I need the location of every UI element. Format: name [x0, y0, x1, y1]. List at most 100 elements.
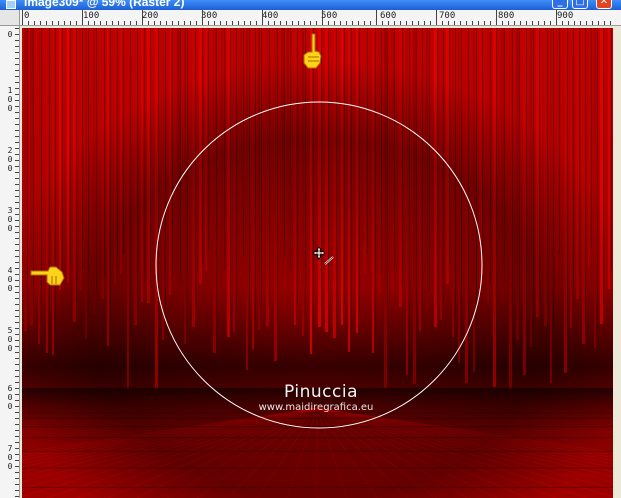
ruler-tick	[15, 322, 19, 323]
ruler-tick	[15, 40, 19, 41]
ruler-tick	[15, 490, 19, 491]
ruler-tick	[22, 10, 23, 25]
ruler-tick	[382, 21, 383, 25]
ruler-tick	[598, 21, 599, 25]
ruler-tick	[298, 21, 299, 25]
ruler-tick	[142, 10, 143, 25]
ruler-tick	[15, 82, 19, 83]
ruler-tick	[274, 21, 275, 25]
ruler-tick	[304, 21, 305, 25]
close-button[interactable]: ✕	[596, 0, 612, 9]
ruler-tick	[100, 21, 101, 25]
ruler-tick	[442, 21, 443, 25]
ruler-tick	[15, 256, 19, 257]
document-icon	[6, 0, 16, 9]
ruler-tick	[526, 21, 527, 25]
ruler-tick	[244, 21, 245, 25]
ruler-tick	[202, 10, 203, 25]
ruler-tick	[15, 472, 19, 473]
ruler-tick	[15, 196, 19, 197]
ruler-tick	[15, 100, 19, 101]
ruler-tick	[556, 10, 557, 25]
ruler-tick	[454, 21, 455, 25]
ruler-tick	[64, 21, 65, 25]
hand-pointing-down-icon	[303, 33, 322, 69]
ruler-tick	[190, 21, 191, 25]
ruler-tick	[15, 106, 19, 107]
ruler-tick	[34, 21, 35, 25]
ruler-label: 600	[380, 11, 397, 21]
ruler-tick	[136, 21, 137, 25]
ruler-tick	[15, 436, 19, 437]
ruler-tick	[15, 262, 19, 263]
ruler-tick	[15, 190, 19, 191]
ruler-tick	[15, 466, 19, 467]
ruler-tick	[15, 64, 19, 65]
ruler-tick	[15, 316, 19, 317]
ruler-tick	[424, 21, 425, 25]
ruler-tick	[400, 21, 401, 25]
ruler-tick	[15, 124, 19, 125]
ruler-tick	[208, 21, 209, 25]
ruler-tick	[412, 21, 413, 25]
ruler-tick	[112, 21, 113, 25]
ruler-tick	[562, 21, 563, 25]
ruler-tick	[15, 52, 19, 53]
ruler-label: 400	[7, 266, 13, 293]
window-edge	[613, 26, 621, 498]
vertical-ruler: 0 100 200 300 400 500 600 700	[0, 26, 20, 498]
ruler-tick	[292, 21, 293, 25]
ruler-tick	[15, 208, 19, 209]
ruler-label: 500	[321, 11, 338, 21]
ruler-tick	[15, 358, 19, 359]
ruler-label: 300	[201, 11, 218, 21]
ruler-tick	[406, 21, 407, 25]
ruler-tick	[15, 280, 19, 281]
watermark-name: Pinuccia	[284, 382, 358, 402]
ruler-tick	[466, 21, 467, 25]
ruler-label: 300	[7, 206, 13, 233]
ruler-tick	[472, 21, 473, 25]
horizontal-ruler: 0 100 200 300 400 500 600 700 800 900	[0, 10, 621, 26]
ruler-tick	[15, 160, 19, 161]
minimize-button[interactable]: _	[552, 0, 568, 9]
ruler-tick	[15, 118, 19, 119]
ruler-tick	[15, 418, 19, 419]
ruler-tick	[15, 94, 19, 95]
ruler-tick	[346, 21, 347, 25]
ruler-tick	[478, 21, 479, 25]
ruler-tick	[310, 21, 311, 25]
ruler-label: 200	[142, 11, 159, 21]
maximize-button[interactable]: □	[572, 0, 588, 9]
ruler-tick	[15, 142, 19, 143]
title-bar[interactable]: Image309* @ 59% (Raster 2) _ □ ✕	[0, 0, 621, 10]
ruler-label: 500	[7, 326, 13, 353]
ruler-tick	[15, 202, 19, 203]
ruler-tick	[418, 21, 419, 25]
ruler-tick	[15, 286, 19, 287]
ruler-tick	[76, 21, 77, 25]
ruler-tick	[15, 130, 19, 131]
ruler-tick	[15, 274, 19, 275]
ruler-tick	[15, 430, 19, 431]
ruler-tick	[15, 46, 19, 47]
ruler-corner[interactable]	[0, 10, 20, 26]
ruler-tick	[46, 21, 47, 25]
ruler-tick	[508, 21, 509, 25]
ruler-tick	[15, 382, 19, 383]
ruler-tick	[340, 21, 341, 25]
ruler-tick	[430, 21, 431, 25]
ruler-tick	[15, 268, 19, 269]
ruler-tick	[214, 21, 215, 25]
ruler-tick	[520, 21, 521, 25]
ruler-label: 700	[439, 11, 456, 21]
ruler-tick	[166, 21, 167, 25]
ruler-tick	[550, 21, 551, 25]
ruler-tick	[15, 70, 19, 71]
ruler-tick	[15, 334, 19, 335]
ruler-tick	[184, 21, 185, 25]
ruler-label: 0	[24, 11, 30, 21]
ruler-tick	[226, 21, 227, 25]
ruler-tick	[448, 21, 449, 25]
ruler-tick	[568, 21, 569, 25]
